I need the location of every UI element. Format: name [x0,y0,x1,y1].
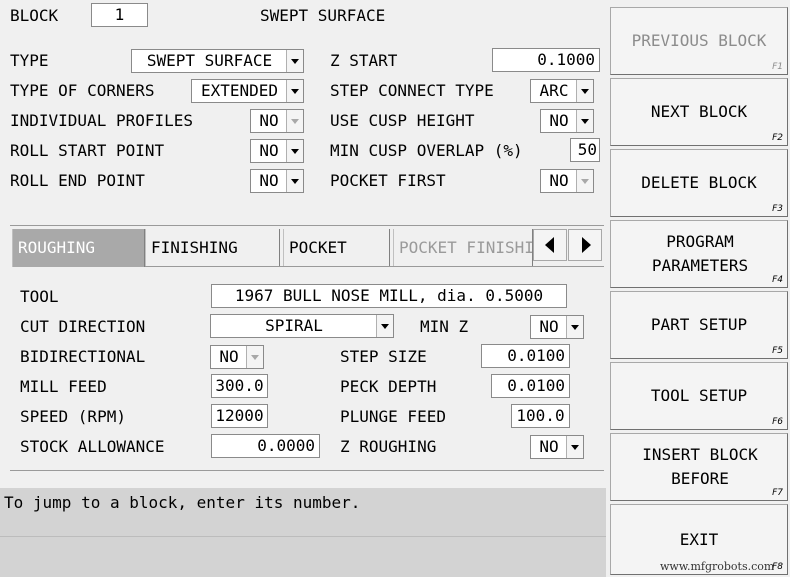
status-divider [0,536,606,537]
tab-roughing[interactable]: ROUGHING [12,229,145,267]
chevron-down-icon [376,315,393,337]
min-z-label: MIN Z [420,317,469,336]
speed-label: SPEED (RPM) [20,407,126,426]
block-number-input[interactable]: 1 [91,3,148,27]
program-parameters-button[interactable]: PROGRAM PARAMETERS F4 [610,220,788,288]
tab-pocket-finishing[interactable]: POCKET FINISHI [393,229,533,267]
chevron-down-icon [566,436,583,458]
roll-start-select[interactable]: NO [250,139,304,163]
type-label: TYPE [10,51,49,70]
z-roughing-label: Z ROUGHING [340,437,437,456]
bidirectional-label: BIDIRECTIONAL [20,347,146,366]
stock-allowance-label: STOCK ALLOWANCE [20,437,165,456]
chevron-down-icon [286,140,303,162]
corners-select[interactable]: EXTENDED [191,79,304,103]
chevron-down-icon [286,80,303,102]
z-start-label: Z START [330,51,398,70]
plunge-feed-label: PLUNGE FEED [340,407,446,426]
type-select[interactable]: SWEPT SURFACE [131,49,304,73]
chevron-down-icon [576,170,593,192]
mill-feed-input[interactable]: 300.0 [211,374,268,398]
status-bar: To jump to a block, enter its number. [0,488,606,577]
page-title: SWEPT SURFACE [260,6,386,25]
min-z-select[interactable]: NO [530,315,584,339]
peck-depth-label: PECK DEPTH [340,377,437,396]
tab-bottom-line [145,266,604,267]
watermark: www.mfgrobots.com [660,560,775,573]
cusp-height-select[interactable]: NO [540,109,594,133]
tab-scroll-left-button[interactable] [533,229,567,261]
next-block-button[interactable]: NEXT BLOCK F2 [610,78,788,146]
chevron-down-icon [576,110,593,132]
individual-profiles-select: NO [250,109,304,133]
cut-direction-select[interactable]: SPIRAL [210,314,394,338]
step-connect-select[interactable]: ARC [530,79,594,103]
panel-bottom-line [10,470,604,471]
previous-block-button[interactable]: PREVIOUS BLOCK F1 [610,7,788,75]
cut-direction-label: CUT DIRECTION [20,317,146,336]
speed-input[interactable]: 12000 [211,404,268,428]
triangle-right-icon [582,237,591,253]
individual-profiles-label: INDIVIDUAL PROFILES [10,111,194,130]
chevron-down-icon [246,346,263,368]
corners-label: TYPE OF CORNERS [10,81,155,100]
step-size-label: STEP SIZE [340,347,427,366]
bidirectional-select: NO [210,345,264,369]
triangle-left-icon [545,237,554,253]
step-size-input[interactable]: 0.0100 [481,344,570,368]
cusp-overlap-input[interactable]: 50 [570,138,600,162]
pocket-first-select: NO [540,169,594,193]
block-label: BLOCK [10,6,59,25]
peck-depth-input[interactable]: 0.0100 [491,374,570,398]
chevron-down-icon [566,316,583,338]
z-roughing-select[interactable]: NO [530,435,584,459]
status-message: To jump to a block, enter its number. [4,493,361,512]
plunge-feed-input[interactable]: 100.0 [511,404,570,428]
part-setup-button[interactable]: PART SETUP F5 [610,291,788,359]
roll-end-select[interactable]: NO [250,169,304,193]
chevron-down-icon [286,170,303,192]
insert-block-before-button[interactable]: INSERT BLOCK BEFORE F7 [610,433,788,501]
tool-setup-button[interactable]: TOOL SETUP F6 [610,362,788,430]
tab-scroll-right-button[interactable] [568,229,602,261]
tab-finishing[interactable]: FINISHING [145,229,280,267]
chevron-down-icon [286,50,303,72]
step-connect-label: STEP CONNECT TYPE [330,81,494,100]
chevron-down-icon [576,80,593,102]
roll-end-label: ROLL END POINT [10,171,145,190]
roll-start-label: ROLL START POINT [10,141,165,160]
section-divider [10,225,604,226]
tool-label: TOOL [20,287,59,306]
cusp-overlap-label: MIN CUSP OVERLAP (%) [330,141,523,160]
mill-feed-label: MILL FEED [20,377,107,396]
tool-input[interactable]: 1967 BULL NOSE MILL, dia. 0.5000 [211,284,567,308]
cusp-height-label: USE CUSP HEIGHT [330,111,475,130]
chevron-down-icon [286,110,303,132]
tab-pocket[interactable]: POCKET [283,229,390,267]
z-start-input[interactable]: 0.1000 [492,48,600,72]
stock-allowance-input[interactable]: 0.0000 [211,434,320,458]
delete-block-button[interactable]: DELETE BLOCK F3 [610,149,788,217]
pocket-first-label: POCKET FIRST [330,171,446,190]
